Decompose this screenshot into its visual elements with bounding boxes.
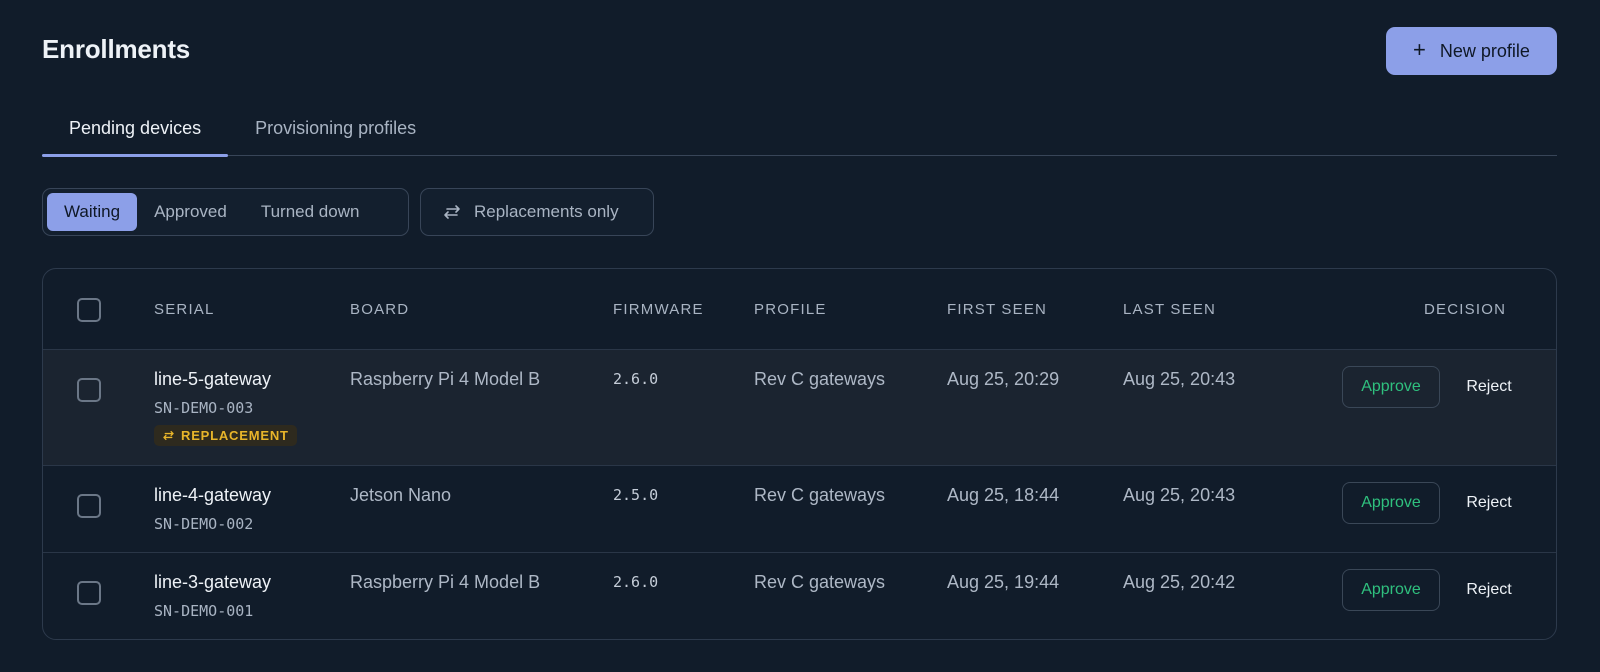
filter-approved[interactable]: Approved — [137, 193, 244, 231]
row-checkbox[interactable] — [77, 494, 101, 518]
last-seen-cell: Aug 25, 20:43 — [1123, 369, 1236, 389]
serial-cell: line-3-gateway SN-DEMO-001 — [154, 572, 271, 620]
swap-arrows-icon — [163, 430, 174, 441]
page-title: Enrollments — [42, 34, 191, 64]
replacement-badge-label: REPLACEMENT — [181, 428, 289, 443]
reject-button[interactable]: Reject — [1451, 569, 1527, 611]
device-name: line-4-gateway — [154, 485, 272, 505]
last-seen-cell: Aug 25, 20:42 — [1123, 572, 1236, 592]
device-serial: SN-DEMO-003 — [154, 399, 254, 417]
serial-cell: line-5-gateway SN-DEMO-003 REPLACEMENT — [154, 369, 297, 446]
column-header-serial: SERIAL — [154, 301, 215, 318]
replacement-badge: REPLACEMENT — [154, 425, 297, 446]
profile-cell: Rev C gateways — [754, 369, 886, 389]
first-seen-cell: Aug 25, 20:29 — [947, 369, 1060, 389]
tab-bar: Pending devices Provisioning profiles — [42, 101, 1557, 157]
swap-arrows-icon — [444, 205, 460, 219]
approve-button[interactable]: Approve — [1342, 482, 1440, 524]
new-profile-button[interactable]: + New profile — [1386, 27, 1557, 75]
tab-pending-devices[interactable]: Pending devices — [42, 101, 229, 157]
replacements-only-toggle[interactable]: Replacements only — [420, 188, 654, 236]
row-checkbox[interactable] — [77, 378, 101, 402]
reject-button[interactable]: Reject — [1451, 482, 1527, 524]
board-cell: Raspberry Pi 4 Model B — [350, 572, 541, 592]
column-header-decision: DECISION — [1424, 301, 1507, 318]
table-row: line-4-gateway SN-DEMO-002 Jetson Nano 2… — [43, 466, 1556, 553]
profile-cell: Rev C gateways — [754, 572, 886, 592]
first-seen-cell: Aug 25, 18:44 — [947, 485, 1060, 505]
board-cell: Raspberry Pi 4 Model B — [350, 369, 541, 389]
column-header-first-seen: FIRST SEEN — [947, 301, 1048, 318]
new-profile-label: New profile — [1439, 40, 1530, 61]
select-all-checkbox[interactable] — [77, 298, 101, 322]
approve-button[interactable]: Approve — [1342, 569, 1440, 611]
enrollments-page: Enrollments + New profile Pending device… — [42, 0, 1557, 672]
table-row: line-5-gateway SN-DEMO-003 REPLACEMENT R… — [43, 350, 1556, 466]
device-name: line-3-gateway — [154, 572, 272, 592]
filter-turned-down[interactable]: Turned down — [244, 193, 377, 231]
column-header-last-seen: LAST SEEN — [1123, 301, 1217, 318]
reject-button[interactable]: Reject — [1451, 366, 1527, 408]
enrollments-table: SERIAL BOARD FIRMWARE PROFILE FIRST SEEN… — [42, 268, 1557, 640]
column-header-profile: PROFILE — [754, 301, 827, 318]
firmware-cell: 2.5.0 — [613, 486, 659, 504]
approve-button[interactable]: Approve — [1342, 366, 1440, 408]
tab-provisioning-profiles[interactable]: Provisioning profiles — [228, 101, 443, 156]
filter-waiting[interactable]: Waiting — [47, 193, 138, 231]
last-seen-cell: Aug 25, 20:43 — [1123, 485, 1236, 505]
column-header-board: BOARD — [350, 301, 410, 318]
column-header-firmware: FIRMWARE — [613, 301, 704, 318]
firmware-cell: 2.6.0 — [613, 573, 659, 591]
profile-cell: Rev C gateways — [754, 485, 886, 505]
row-checkbox[interactable] — [77, 581, 101, 605]
first-seen-cell: Aug 25, 19:44 — [947, 572, 1060, 592]
device-serial: SN-DEMO-002 — [154, 515, 254, 533]
table-header-row: SERIAL BOARD FIRMWARE PROFILE FIRST SEEN… — [43, 269, 1556, 350]
board-cell: Jetson Nano — [350, 485, 452, 505]
device-name: line-5-gateway — [154, 369, 272, 389]
firmware-cell: 2.6.0 — [613, 370, 659, 388]
replacements-only-label: Replacements only — [474, 202, 619, 221]
device-serial: SN-DEMO-001 — [154, 602, 254, 620]
status-filter: Waiting Approved Turned down — [42, 188, 409, 236]
table-row: line-3-gateway SN-DEMO-001 Raspberry Pi … — [43, 553, 1556, 639]
plus-icon: + — [1413, 37, 1426, 62]
serial-cell: line-4-gateway SN-DEMO-002 — [154, 485, 271, 533]
